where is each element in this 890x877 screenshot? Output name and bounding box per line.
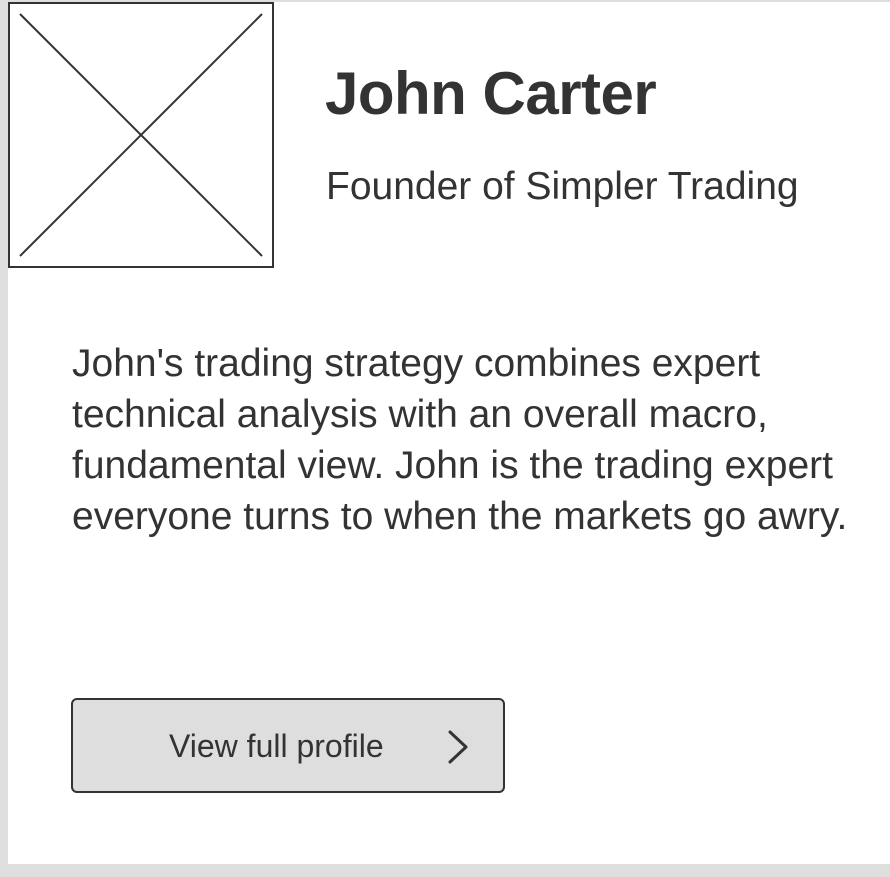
image-placeholder-icon [19, 13, 263, 257]
profile-bio: John's trading strategy combines expert … [72, 342, 848, 538]
profile-title: Founder of Simpler Trading [326, 165, 799, 208]
avatar-placeholder [8, 2, 274, 268]
profile-name: John Carter [325, 60, 657, 127]
profile-card: John Carter Founder of Simpler Trading J… [8, 2, 890, 864]
view-full-profile-button[interactable]: View full profile [71, 698, 505, 793]
view-full-profile-label: View full profile [169, 728, 384, 764]
chevron-right-icon [446, 728, 470, 766]
